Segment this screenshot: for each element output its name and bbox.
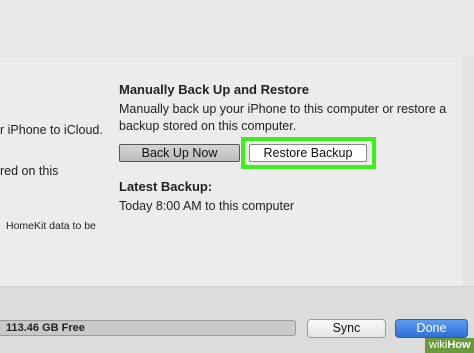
storage-free-label: 113.46 GB Free [6, 322, 85, 334]
latest-backup-value: Today 8:00 AM to this computer [119, 199, 295, 213]
icloud-option-text: r iPhone to iCloud. [0, 123, 103, 137]
watermark-part-1: wiki [429, 339, 448, 351]
manual-backup-description-1: Manually back up your iPhone to this com… [119, 102, 447, 116]
sync-button[interactable]: Sync [307, 319, 386, 338]
icloud-option-text-2: red on this [0, 164, 59, 178]
manual-backup-description-2: backup stored on this computer. [119, 119, 297, 133]
homekit-text: HomeKit data to be [6, 220, 96, 232]
done-button[interactable]: Done [395, 319, 468, 338]
storage-bar: 113.46 GB Free [0, 320, 296, 336]
back-up-now-button[interactable]: Back Up Now [119, 144, 240, 162]
window-top-area [0, 0, 474, 58]
watermark-part-2: How [447, 339, 471, 351]
wikihow-watermark: wikiHow [425, 338, 474, 353]
latest-backup-title: Latest Backup: [119, 179, 213, 194]
manual-backup-title: Manually Back Up and Restore [119, 82, 309, 97]
restore-backup-button[interactable]: Restore Backup [249, 144, 367, 162]
panel-edge [462, 58, 474, 286]
